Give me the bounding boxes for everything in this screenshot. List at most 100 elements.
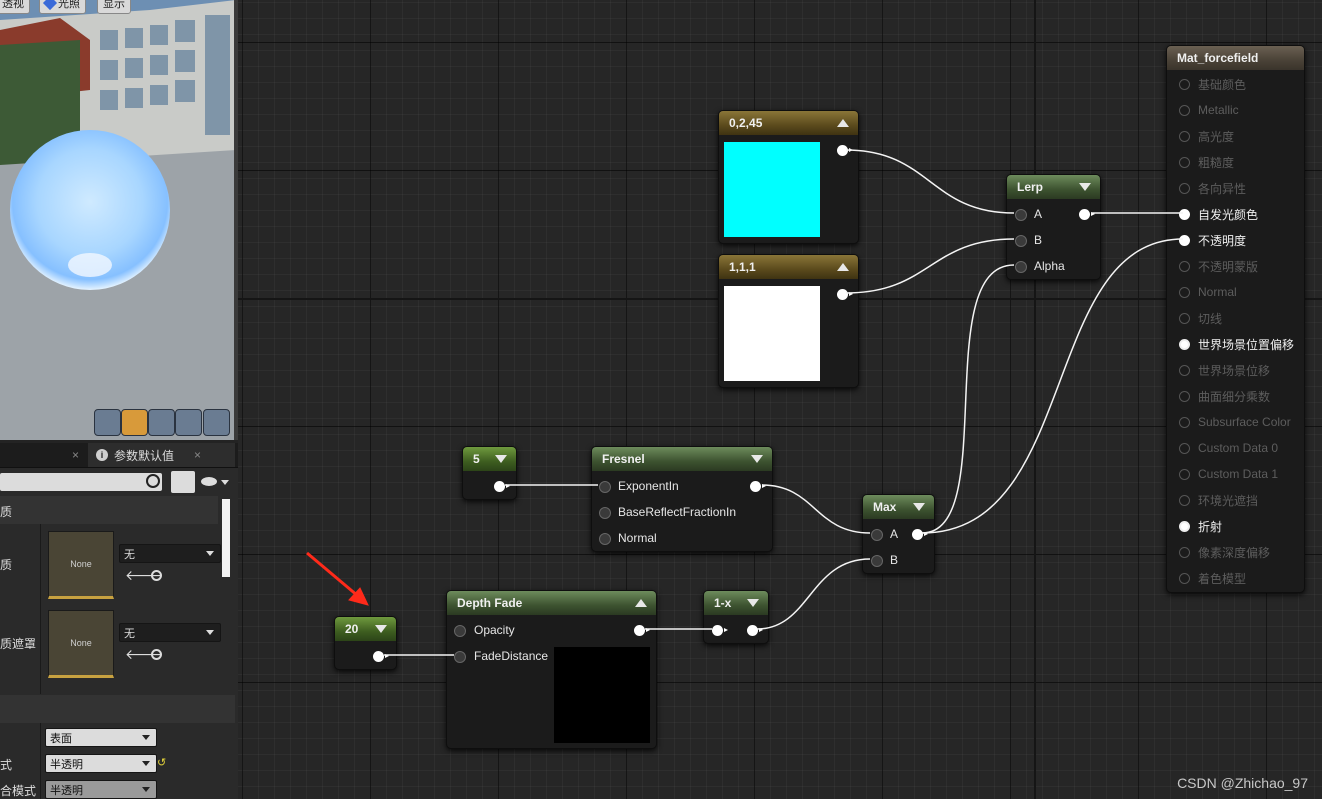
input-pin[interactable] [1179, 364, 1190, 376]
shading-model-combo[interactable]: 半透明 [45, 780, 157, 799]
collapse-arrow-icon[interactable] [495, 455, 507, 463]
collapse-arrow-icon[interactable] [375, 625, 387, 633]
input-pin[interactable] [1179, 390, 1190, 402]
input-pin[interactable] [1179, 338, 1190, 350]
input-pin-a[interactable] [1015, 209, 1027, 221]
browse-search-icon[interactable] [151, 649, 162, 660]
cube-preview-icon[interactable] [175, 409, 202, 436]
scrollbar[interactable] [222, 499, 230, 577]
reset-to-default-icon[interactable]: ↺ [157, 756, 166, 769]
input-pin[interactable] [1179, 208, 1190, 220]
texture-combo[interactable]: 无 [119, 544, 221, 563]
chevron-down-icon[interactable] [221, 480, 229, 485]
output-pin[interactable] [837, 289, 853, 300]
depth-fade-node[interactable]: Depth Fade Opacity FadeDistance [446, 590, 657, 749]
input-pin[interactable] [1179, 234, 1190, 246]
constant3vector-node-white[interactable]: 1,1,1 [718, 254, 859, 388]
input-pin[interactable] [1179, 546, 1190, 558]
collapse-arrow-icon[interactable] [635, 599, 647, 607]
input-pin-fadedistance[interactable] [454, 651, 466, 663]
material-input-row[interactable]: 像素深度偏移 [1179, 542, 1270, 562]
output-pin[interactable] [750, 481, 766, 492]
input-pin-b[interactable] [1015, 235, 1027, 247]
lit-mode-button[interactable]: 光照 [39, 0, 86, 14]
texture-thumbnail[interactable]: None [48, 531, 114, 599]
material-input-row[interactable]: 不透明度 [1179, 230, 1246, 250]
material-input-row[interactable]: 自发光颜色 [1179, 204, 1258, 224]
material-input-row[interactable]: 粗糙度 [1179, 152, 1234, 172]
material-input-row[interactable]: 各向异性 [1179, 178, 1246, 198]
material-input-row[interactable]: Custom Data 1 [1179, 464, 1278, 484]
collapse-arrow-icon[interactable] [747, 599, 759, 607]
collapse-arrow-icon[interactable] [751, 455, 763, 463]
input-pin[interactable] [1179, 312, 1190, 324]
constant-node-5[interactable]: 5 [462, 446, 517, 500]
input-pin-exponent[interactable] [599, 481, 611, 493]
tab-parameter-defaults[interactable]: i 参数默认值 × [88, 443, 235, 467]
input-pin[interactable] [1179, 442, 1190, 454]
collapse-arrow-icon[interactable] [1079, 183, 1091, 191]
input-pin-opacity[interactable] [454, 625, 466, 637]
input-pin-basereflect[interactable] [599, 507, 611, 519]
search-input[interactable] [0, 473, 162, 491]
material-input-row[interactable]: 着色模型 [1179, 568, 1246, 588]
sphere-preview-icon[interactable] [121, 409, 148, 436]
material-result-node[interactable]: Mat_forcefield 基础颜色 Metallic 高光度 粗糙度 各向异性 自发光… [1166, 45, 1305, 593]
collapse-arrow-icon[interactable] [837, 119, 849, 127]
input-pin-b[interactable] [871, 555, 883, 567]
plane-preview-icon[interactable] [148, 409, 175, 436]
close-tab-icon[interactable]: × [194, 448, 201, 462]
input-pin[interactable] [1179, 104, 1190, 116]
perspective-button[interactable]: 透视 [0, 0, 30, 14]
input-pin[interactable] [1179, 156, 1190, 168]
input-pin[interactable] [1179, 468, 1190, 480]
output-pin[interactable] [1079, 209, 1095, 220]
constant3vector-node-cyan[interactable]: 0,2,45 [718, 110, 859, 244]
material-input-row[interactable]: 折射 [1179, 516, 1222, 536]
output-pin[interactable] [494, 481, 510, 492]
input-pin[interactable] [1179, 520, 1190, 532]
material-input-row[interactable]: Custom Data 0 [1179, 438, 1278, 458]
collapse-arrow-icon[interactable] [837, 263, 849, 271]
lerp-node[interactable]: Lerp A B Alpha [1006, 174, 1101, 280]
constant-node-20[interactable]: 20 [334, 616, 397, 670]
close-tab-icon[interactable]: × [72, 448, 79, 462]
output-pin[interactable] [634, 625, 650, 636]
teapot-preview-icon[interactable] [203, 409, 230, 436]
output-pin[interactable] [912, 529, 928, 540]
input-pin[interactable] [1179, 260, 1190, 272]
input-pin-normal[interactable] [599, 533, 611, 545]
grid-view-icon[interactable] [171, 471, 195, 493]
material-input-row[interactable]: 世界场景位移 [1179, 360, 1270, 380]
cylinder-preview-icon[interactable] [94, 409, 121, 436]
input-pin-alpha[interactable] [1015, 261, 1027, 273]
material-input-row[interactable]: Subsurface Color [1179, 412, 1291, 432]
input-pin[interactable] [1179, 182, 1190, 194]
material-domain-combo[interactable]: 表面 [45, 728, 157, 747]
input-pin[interactable] [1179, 572, 1190, 584]
max-node[interactable]: Max A B [862, 494, 935, 574]
input-pin-a[interactable] [871, 529, 883, 541]
show-button[interactable]: 显示 [97, 0, 131, 14]
panel-splitter[interactable] [234, 0, 238, 440]
browse-search-icon[interactable] [151, 570, 162, 581]
input-pin[interactable] [1179, 416, 1190, 428]
blend-mode-combo[interactable]: 半透明 [45, 754, 157, 773]
material-input-row[interactable]: 环境光遮挡 [1179, 490, 1258, 510]
input-pin[interactable] [1179, 494, 1190, 506]
material-input-row[interactable]: Normal [1179, 282, 1237, 302]
material-input-row[interactable]: 高光度 [1179, 126, 1234, 146]
output-pin[interactable] [373, 651, 389, 662]
output-pin[interactable] [837, 145, 853, 156]
input-pin[interactable] [1179, 130, 1190, 142]
fresnel-node[interactable]: Fresnel ExponentIn BaseReflectFractionIn… [591, 446, 773, 552]
material-input-row[interactable]: 基础颜色 [1179, 74, 1246, 94]
output-pin[interactable] [747, 625, 763, 636]
eye-icon[interactable] [201, 477, 217, 486]
material-input-row[interactable]: 切线 [1179, 308, 1222, 328]
one-minus-node[interactable]: 1-x [703, 590, 769, 644]
texture-combo[interactable]: 无 [119, 623, 221, 642]
texture-thumbnail[interactable]: None [48, 610, 114, 678]
material-input-row[interactable]: 曲面细分乘数 [1179, 386, 1270, 406]
input-pin[interactable] [1179, 286, 1190, 298]
